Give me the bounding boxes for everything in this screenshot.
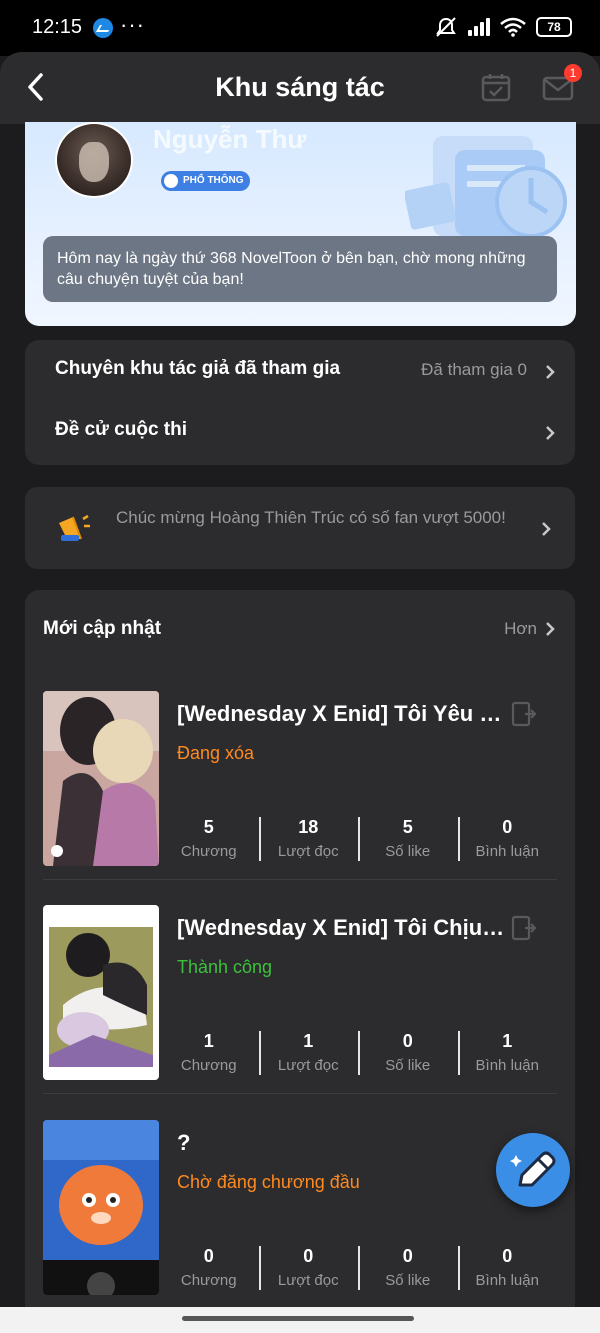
profile-name: Nguyễn Thư — [153, 124, 307, 154]
app-header: Khu sáng tác 1 — [0, 52, 600, 124]
story-cover-image — [43, 1120, 159, 1295]
story-stats: 5 Chương 18 Lượt đọc 5 Số like 0 Bình luận — [159, 815, 557, 865]
welcome-message: Hôm nay là ngày thứ 368 NovelToon ở bên … — [43, 236, 557, 302]
stat-label: Chương — [180, 1057, 237, 1074]
story-item[interactable]: [Wednesday X Enid] Tôi Yêu Em ... Đang x… — [43, 691, 557, 905]
recent-updates-title: Mới cập nhật — [43, 618, 162, 639]
announcement-text: Chúc mừng Hoàng Thiên Trúc có số fan vượ… — [116, 508, 506, 527]
chevron-right-icon — [542, 522, 551, 536]
story-title: [Wednesday X Enid] Tôi Yêu Em ... — [177, 701, 509, 726]
edit-icon[interactable] — [511, 915, 537, 941]
system-icons: 78 — [434, 16, 572, 38]
nominate-contest-row[interactable]: Đề cử cuộc thi — [55, 419, 555, 449]
create-story-button[interactable] — [496, 1133, 570, 1207]
stat-label: Số like — [385, 843, 431, 860]
chevron-right-icon — [546, 365, 555, 379]
story-item[interactable]: ? Chờ đăng chương đầu 0 Chương 0 Lượt đọc … — [43, 1120, 557, 1333]
stat-value: 0 — [303, 1246, 314, 1266]
mail-badge: 1 — [564, 64, 582, 82]
stat-label: Lượt đọc — [277, 843, 339, 860]
stat-label: Lượt đọc — [277, 1057, 339, 1074]
stat-comments: 0 Bình luận — [457, 1244, 558, 1294]
stat-value: 5 — [203, 817, 214, 837]
divider — [43, 879, 557, 880]
stat-label: Số like — [385, 1057, 431, 1074]
home-indicator[interactable] — [182, 1316, 414, 1321]
messenger-icon — [93, 18, 113, 38]
joined-zones-value: Đã tham gia 0 — [421, 360, 527, 379]
stat-chapters: 1 Chương — [159, 1029, 259, 1079]
story-status: Chờ đăng chương đầu — [177, 1172, 360, 1192]
stat-value: 0 — [402, 1031, 413, 1051]
vibrate-mute-icon — [436, 17, 456, 37]
joined-zones-label: Chuyên khu tác giả đã tham gia — [55, 358, 341, 379]
story-status: Thành công — [177, 957, 273, 977]
stat-value: 1 — [303, 1031, 314, 1051]
stat-reads: 1 Lượt đọc — [258, 1029, 359, 1079]
status-bar: 12:15 ··· 78 — [0, 0, 600, 56]
chevron-right-icon — [546, 426, 555, 440]
stat-label: Chương — [180, 843, 237, 860]
stat-label: Số like — [385, 1272, 431, 1289]
signal-icon — [468, 18, 490, 36]
stat-likes: 5 Số like — [358, 815, 458, 865]
stat-value: 0 — [502, 817, 513, 837]
stat-value: 0 — [502, 1246, 513, 1266]
chevron-right-icon[interactable] — [545, 621, 555, 637]
more-link[interactable]: Hơn — [504, 619, 537, 639]
profile-card: Nguyễn Thư PHỔ THÔNG Hôm nay là ngày thứ… — [25, 122, 576, 326]
stat-value: 1 — [203, 1031, 214, 1051]
calendar-check-icon[interactable] — [481, 72, 511, 102]
stat-label: Bình luận — [475, 843, 539, 860]
status-time: 12:15 — [32, 16, 83, 38]
more-notifications-indicator: ··· — [120, 12, 145, 37]
divider — [43, 1093, 557, 1094]
avatar[interactable] — [55, 122, 133, 198]
nominate-contest-label: Đề cử cuộc thi — [55, 419, 188, 440]
megaphone-icon — [59, 514, 90, 541]
stat-value: 0 — [203, 1246, 214, 1266]
story-stats: 0 Chương 0 Lượt đọc 0 Số like 0 Bình luận — [159, 1244, 557, 1294]
stat-value: 5 — [402, 817, 413, 837]
stat-label: Chương — [180, 1272, 237, 1289]
stat-likes: 0 Số like — [358, 1244, 458, 1294]
stat-value: 18 — [298, 817, 319, 837]
announcement-banner[interactable]: Chúc mừng Hoàng Thiên Trúc có số fan vượ… — [25, 487, 575, 569]
stat-comments: 1 Bình luận — [457, 1029, 558, 1079]
wifi-icon — [500, 17, 526, 37]
story-item[interactable]: [Wednesday X Enid] Tôi Chịu Em... Thành … — [43, 905, 557, 1119]
edit-icon[interactable] — [511, 701, 537, 727]
writing-illustration-icon — [405, 136, 567, 238]
stat-reads: 0 Lượt đọc — [258, 1244, 359, 1294]
stat-chapters: 0 Chương — [159, 1244, 259, 1294]
stat-chapters: 5 Chương — [159, 815, 259, 865]
tier-badge: PHỔ THÔNG — [161, 171, 250, 191]
stat-comments: 0 Bình luận — [457, 815, 558, 865]
stat-label: Bình luận — [475, 1057, 539, 1074]
stat-label: Bình luận — [475, 1272, 539, 1289]
story-title: [Wednesday X Enid] Tôi Chịu Em... — [177, 915, 509, 940]
battery-icon: 78 — [536, 17, 572, 37]
author-menu-card: Chuyên khu tác giả đã tham gia Đã tham g… — [25, 340, 575, 465]
stat-value: 1 — [502, 1031, 513, 1051]
joined-zones-row[interactable]: Chuyên khu tác giả đã tham gia Đã tham g… — [55, 358, 555, 388]
recent-updates-panel: Mới cập nhật Hơn [Wednesday X Enid] Tôi … — [25, 590, 575, 1333]
gesture-bar — [0, 1307, 600, 1333]
story-status: Đang xóa — [177, 743, 255, 763]
stat-likes: 0 Số like — [358, 1029, 458, 1079]
story-stats: 1 Chương 1 Lượt đọc 0 Số like 1 Bình luận — [159, 1029, 557, 1079]
stat-value: 0 — [402, 1246, 413, 1266]
stat-label: Lượt đọc — [277, 1272, 339, 1289]
story-title: ? — [177, 1130, 191, 1155]
story-cover-image — [43, 691, 159, 866]
stat-reads: 18 Lượt đọc — [258, 815, 359, 865]
story-cover-image — [43, 905, 159, 1080]
pencil-sparkle-icon — [510, 1151, 556, 1187]
